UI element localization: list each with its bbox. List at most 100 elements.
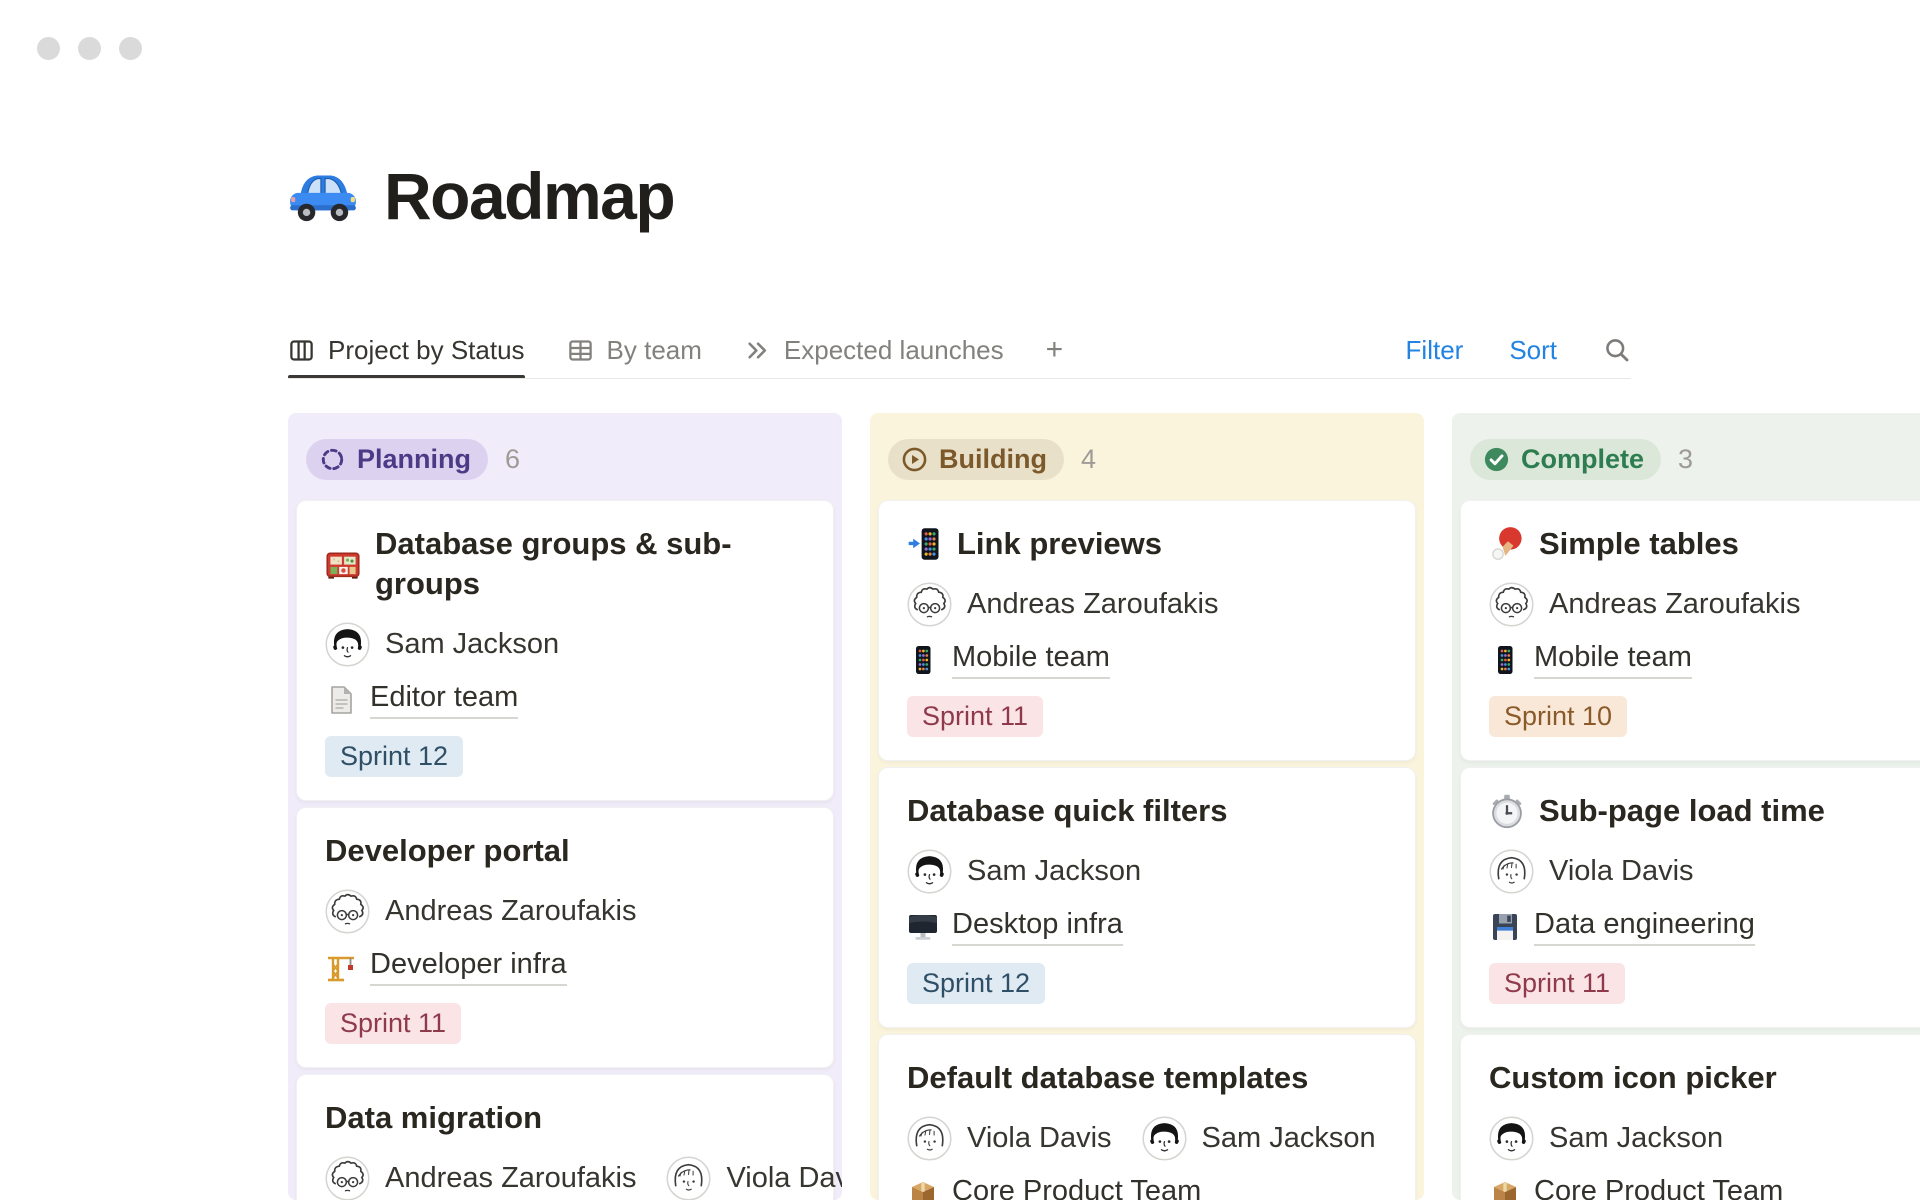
assignee: Andreas Zaroufakis [325,889,636,934]
column-count: 3 [1678,444,1693,475]
table-view-icon [567,337,594,364]
plus-icon: + [1046,333,1064,367]
assignee-row: Sam Jackson [907,849,1387,894]
sort-button[interactable]: Sort [1509,335,1557,366]
card-title: Link previews [907,524,1387,564]
card[interactable]: Default database templates Viola Davis S… [878,1034,1416,1200]
sprint-tag: Sprint 10 [1489,696,1627,737]
sam-avatar [907,849,952,894]
status-pill-planning[interactable]: Planning [306,439,488,480]
window-control-dot[interactable] [119,37,142,60]
tab-expected-launches[interactable]: Expected launches [744,322,1004,378]
sprint-tag: Sprint 11 [907,696,1043,737]
card[interactable]: Custom icon picker Sam Jackson Core Prod… [1460,1034,1920,1200]
toolbar: Filter Sort [1406,335,1631,366]
status-pill-building[interactable]: Building [888,439,1064,480]
column-count: 6 [505,444,520,475]
card-title: Sub-page load time [1489,791,1920,831]
card-title: Default database templates [907,1058,1387,1098]
double-chevron-right-icon [744,337,771,364]
team-link[interactable]: Core Product Team [1534,1175,1783,1200]
team-row: Editor team [325,681,805,719]
sprint-tag: Sprint 11 [325,1003,461,1044]
team-link[interactable]: Mobile team [952,641,1110,679]
assignee-row: Viola Davis Sam Jackson [907,1116,1387,1161]
card[interactable]: Database quick filters Sam Jackson Deskt… [878,767,1416,1028]
desktop-monitor-icon [907,911,939,943]
column-building: Building 4 Link previews Andreas Zaroufa… [870,413,1424,1200]
board-view-icon [288,337,315,364]
assignee: Sam Jackson [1142,1116,1376,1161]
viola-avatar [1489,849,1534,894]
assignee: Sam Jackson [325,622,559,667]
assignee: Sam Jackson [1489,1116,1723,1161]
search-icon [1603,336,1631,364]
package-icon [907,1178,939,1200]
stopwatch-icon [1489,793,1525,829]
card[interactable]: Sub-page load time Viola Davis Data engi… [1460,767,1920,1028]
andreas-avatar [907,582,952,627]
column-header: Building 4 [888,439,1416,480]
play-circle-icon [901,446,928,473]
andreas-avatar [325,1156,370,1200]
ping-pong-icon [1489,526,1525,562]
assignee-row: Andreas Zaroufakis Viola Davis [325,1156,805,1200]
filter-button[interactable]: Filter [1406,335,1464,366]
column-header: Planning 6 [306,439,834,480]
sam-avatar [1489,1116,1534,1161]
team-link[interactable]: Developer infra [370,948,567,986]
card[interactable]: Link previews Andreas Zaroufakis Mobile … [878,500,1416,761]
team-row: Core Product Team [907,1175,1387,1200]
team-link[interactable]: Mobile team [1534,641,1692,679]
page-header: Roadmap [286,158,674,234]
tab-project-by-status[interactable]: Project by Status [288,322,525,378]
search-button[interactable] [1603,336,1631,364]
window-control-dot[interactable] [37,37,60,60]
assignee-row: Andreas Zaroufakis [907,582,1387,627]
card[interactable]: Simple tables Andreas Zaroufakis Mobile … [1460,500,1920,761]
andreas-avatar [1489,582,1534,627]
column-complete: Complete 3 Simple tables Andreas Zaroufa… [1452,413,1920,1200]
add-view-button[interactable]: + [1046,322,1064,378]
column-planning: Planning 6 Database groups & sub-groups … [288,413,842,1200]
card-title: Simple tables [1489,524,1920,564]
card-title: Data migration [325,1098,805,1138]
team-link[interactable]: Editor team [370,681,518,719]
assignee: Viola Davis [666,1156,842,1200]
window-controls [37,37,142,60]
assignee: Sam Jackson [907,849,1141,894]
page-title: Roadmap [384,158,674,234]
view-tab-bar: Project by Status By team Expected launc… [288,322,1631,378]
team-link[interactable]: Desktop infra [952,908,1123,946]
viola-avatar [907,1116,952,1161]
column-count: 4 [1081,444,1096,475]
team-row: Developer infra [325,948,805,986]
package-icon [1489,1178,1521,1200]
team-row: Desktop infra [907,908,1387,946]
dashed-circle-icon [319,446,346,473]
card[interactable]: Database groups & sub-groups Sam Jackson… [296,500,834,801]
team-row: Data engineering [1489,908,1920,946]
card-title: Database groups & sub-groups [325,524,805,604]
window-control-dot[interactable] [78,37,101,60]
card[interactable]: Data migration Andreas Zaroufakis Viola … [296,1074,834,1200]
phone-arrow-icon [907,526,943,562]
page-icon [325,684,357,716]
status-pill-complete[interactable]: Complete [1470,439,1661,480]
sprint-tag: Sprint 12 [907,963,1045,1004]
assignee: Viola Davis [907,1116,1112,1161]
card-title: Developer portal [325,831,805,871]
team-link[interactable]: Core Product Team [952,1175,1201,1200]
tab-by-team[interactable]: By team [567,322,702,378]
team-link[interactable]: Data engineering [1534,908,1755,946]
assignee-row: Andreas Zaroufakis [325,889,805,934]
assignee: Andreas Zaroufakis [325,1156,636,1200]
sam-avatar [1142,1116,1187,1161]
mobile-phone-icon [907,644,939,676]
assignee: Andreas Zaroufakis [907,582,1218,627]
assignee-row: Andreas Zaroufakis [1489,582,1920,627]
card[interactable]: Developer portal Andreas Zaroufakis Deve… [296,807,834,1068]
andreas-avatar [325,889,370,934]
assignee-row: Viola Davis [1489,849,1920,894]
kanban-board: Planning 6 Database groups & sub-groups … [288,413,1920,1200]
